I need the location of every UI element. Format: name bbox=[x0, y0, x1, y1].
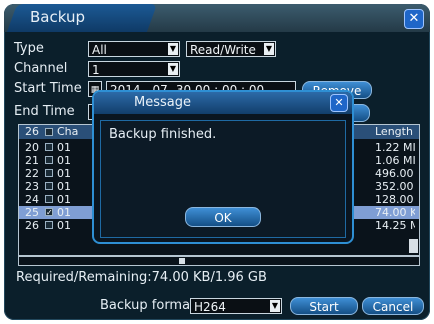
row-channel: 01 bbox=[57, 141, 71, 154]
row-checkbox[interactable] bbox=[45, 221, 53, 229]
screen: Backup ✕ Type All ▼ Read/Write ▼ Channel… bbox=[0, 0, 434, 324]
backup-format-label: Backup format bbox=[100, 298, 196, 313]
row-channel: 01 bbox=[57, 167, 71, 180]
backup-format-select[interactable]: H264 ▼ bbox=[190, 298, 282, 314]
row-length: 128.00 bbox=[375, 193, 414, 206]
horizontal-scrollbar[interactable] bbox=[18, 256, 420, 266]
row-checkbox[interactable] bbox=[45, 195, 53, 203]
row-number: 21 bbox=[25, 154, 39, 167]
start-button[interactable]: Start bbox=[290, 297, 358, 315]
required-remaining: Required/Remaining:74.00 KB/1.96 GB bbox=[16, 270, 267, 285]
mode-select[interactable]: Read/Write ▼ bbox=[186, 41, 276, 57]
header-length: Length bbox=[375, 125, 413, 138]
scroll-thumb[interactable] bbox=[179, 258, 185, 264]
row-length: 1.22 MI bbox=[375, 141, 415, 154]
ok-button[interactable]: OK bbox=[185, 207, 261, 227]
header-num: 26 bbox=[25, 125, 39, 138]
message-dialog: Message ✕ Backup finished. OK bbox=[92, 90, 354, 244]
message-title: Message bbox=[134, 95, 191, 110]
channel-select-value: 1 bbox=[92, 63, 100, 77]
chevron-down-icon: ▼ bbox=[168, 43, 178, 55]
row-channel: 01 bbox=[57, 180, 71, 193]
message-title-bar: Message ✕ bbox=[94, 92, 352, 114]
type-select-value: All bbox=[92, 43, 107, 57]
chevron-down-icon: ▼ bbox=[168, 63, 178, 75]
window-title: Backup bbox=[30, 8, 85, 26]
backup-format-value: H264 bbox=[194, 300, 226, 314]
row-channel: 01 bbox=[57, 193, 71, 206]
row-channel: 01 bbox=[57, 206, 71, 219]
close-icon: ✕ bbox=[334, 96, 344, 109]
chevron-down-icon: ▼ bbox=[270, 300, 280, 312]
row-number: 25 bbox=[25, 206, 39, 219]
row-length: 1.06 MI bbox=[375, 154, 415, 167]
channel-label: Channel bbox=[14, 61, 68, 76]
row-checkbox[interactable] bbox=[45, 169, 53, 177]
row-number: 24 bbox=[25, 193, 39, 206]
row-number: 23 bbox=[25, 180, 39, 193]
row-checkbox[interactable] bbox=[45, 182, 53, 190]
close-button[interactable]: ✕ bbox=[404, 9, 424, 29]
row-length: 352.00 bbox=[375, 180, 414, 193]
message-body: Backup finished. OK bbox=[100, 120, 346, 238]
row-length: 14.25 M bbox=[375, 219, 415, 232]
row-channel: 01 bbox=[57, 154, 71, 167]
message-text: Backup finished. bbox=[109, 127, 217, 142]
row-channel: 01 bbox=[57, 219, 71, 232]
close-icon: ✕ bbox=[408, 11, 420, 26]
row-number: 22 bbox=[25, 167, 39, 180]
row-length: 496.00 bbox=[375, 167, 414, 180]
chevron-down-icon: ▼ bbox=[264, 43, 274, 55]
mode-select-value: Read/Write bbox=[190, 43, 256, 57]
start-time-label: Start Time bbox=[14, 81, 82, 96]
row-number: 20 bbox=[25, 141, 39, 154]
row-length: 74.00 K bbox=[375, 206, 415, 219]
row-checkbox[interactable] bbox=[45, 143, 53, 151]
row-number: 26 bbox=[25, 219, 39, 232]
message-close-button[interactable]: ✕ bbox=[330, 94, 348, 112]
type-label: Type bbox=[14, 41, 44, 56]
cancel-button[interactable]: Cancel bbox=[362, 297, 424, 315]
vertical-scrollbar[interactable] bbox=[409, 239, 418, 253]
header-channel: Cha bbox=[57, 125, 79, 138]
end-time-label: End Time bbox=[14, 104, 75, 119]
row-checkbox[interactable]: ✓ bbox=[45, 208, 53, 217]
type-select[interactable]: All ▼ bbox=[88, 41, 180, 57]
channel-select[interactable]: 1 ▼ bbox=[88, 61, 180, 77]
header-checkbox[interactable] bbox=[45, 128, 53, 136]
title-bar: Backup ✕ bbox=[4, 4, 430, 32]
row-checkbox[interactable] bbox=[45, 156, 53, 164]
